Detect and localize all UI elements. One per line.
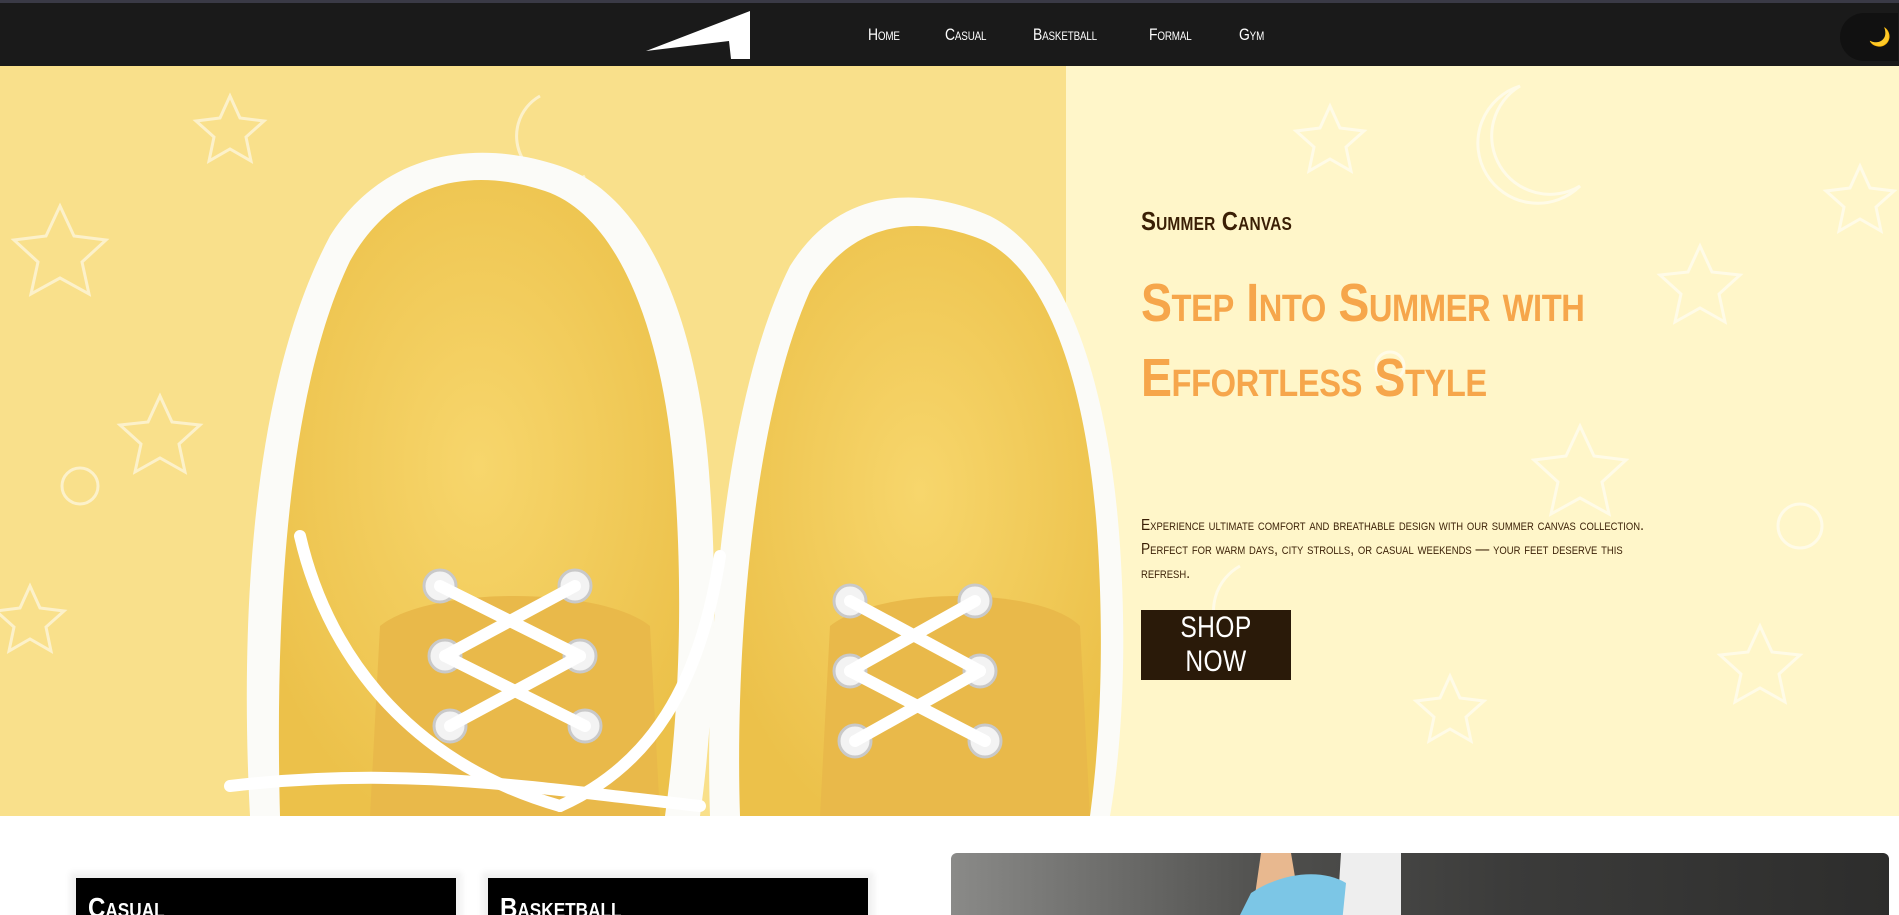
moon-icon: 🌙 xyxy=(1868,26,1892,47)
theme-toggle-button[interactable]: 🌙 xyxy=(1840,13,1898,61)
hero-banner: Summer Canvas Step Into Summer with Effo… xyxy=(0,66,1899,816)
brand-logo[interactable] xyxy=(646,11,750,59)
nav-item-home[interactable]: Home xyxy=(868,25,900,45)
category-card-label: Basketball xyxy=(500,892,622,915)
main-nav: Home Casual Basketball Formal Gym xyxy=(868,25,1308,45)
hero-headline: Step Into Summer with Effortless Style xyxy=(1141,273,1585,408)
nav-item-gym[interactable]: Gym xyxy=(1239,25,1264,45)
gym-sneaker-image xyxy=(1240,853,1401,915)
canvas-sneakers-image xyxy=(224,152,1124,816)
nav-item-casual[interactable]: Casual xyxy=(945,25,987,45)
nav-item-basketball[interactable]: Basketball xyxy=(1033,25,1097,45)
shop-now-label: SHOP NOW xyxy=(1180,611,1252,678)
top-navbar: Home Casual Basketball Formal Gym 🌙 xyxy=(0,0,1899,66)
hero-description: Experience ultimate comfort and breathab… xyxy=(1141,517,1644,582)
category-card-casual[interactable]: Casual xyxy=(76,878,456,915)
shop-now-button[interactable]: SHOP NOW xyxy=(1141,610,1291,680)
nav-item-formal[interactable]: Formal xyxy=(1149,25,1192,45)
category-card-label: Casual xyxy=(88,892,165,915)
category-card-basketball[interactable]: Basketball xyxy=(488,878,868,915)
featured-product-image[interactable] xyxy=(951,853,1889,915)
hero-eyebrow: Summer Canvas xyxy=(1141,206,1293,236)
